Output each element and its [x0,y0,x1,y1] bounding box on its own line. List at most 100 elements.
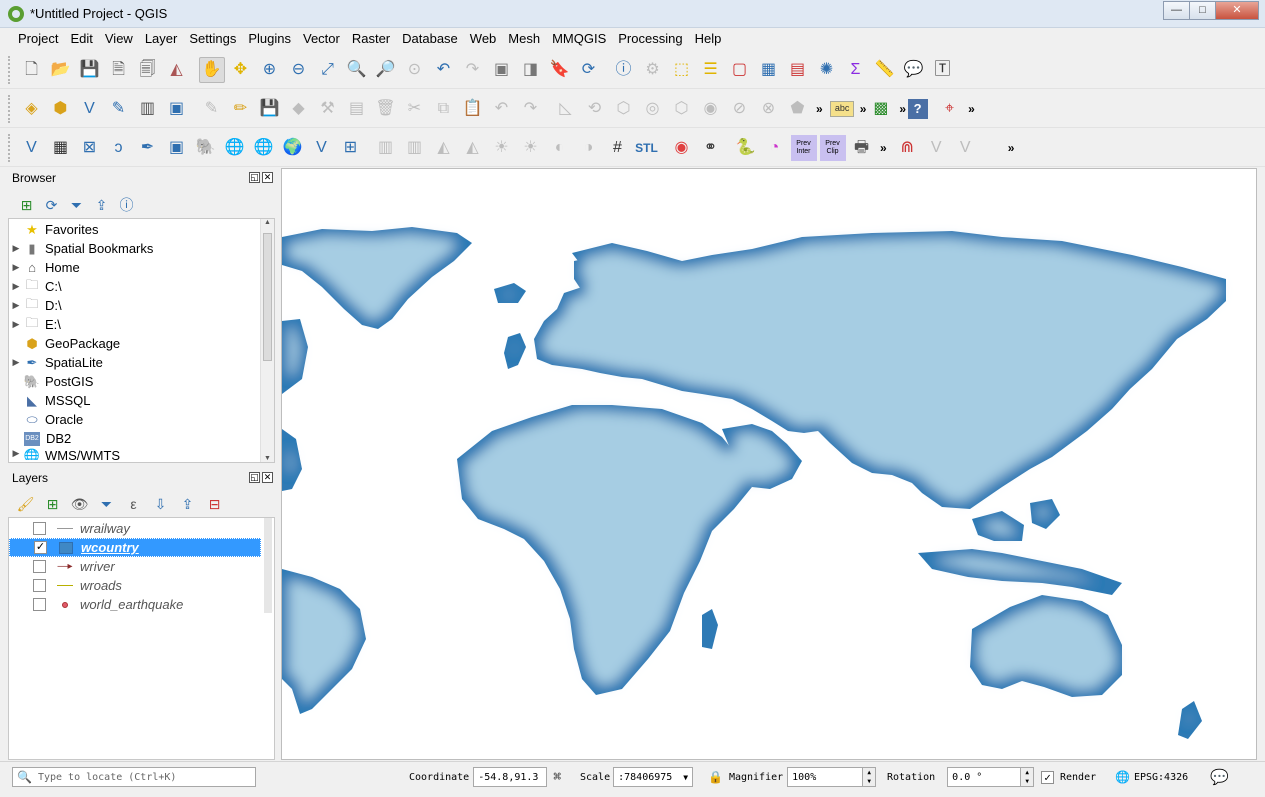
browser-item-wms[interactable]: ▶ 🌐 WMS/WMTS [9,448,274,460]
add-selected-layers-icon[interactable]: ⊞ [16,192,38,218]
dem-icon[interactable]: ◭ [431,135,457,161]
record-icon[interactable]: ◉ [669,135,695,161]
attribute-table-icon[interactable]: ▦ [756,57,782,83]
shade-icon[interactable]: ☀ [489,135,515,161]
add-virtual-icon[interactable]: ▣ [164,135,190,161]
layer-row[interactable]: world_earthquake [9,595,261,614]
statistics-icon[interactable]: Σ [843,57,869,83]
browser-item-spatial-bookmarks[interactable]: ▶ ▮ Spatial Bookmarks [9,239,274,258]
field-calculator-icon[interactable]: ▤ [785,57,811,83]
style-manager-icon[interactable]: ◭ [164,57,190,83]
toolbar-overflow-button[interactable]: » [860,102,867,116]
toggle-edit-icon[interactable]: ✎ [199,96,225,122]
rotation-field[interactable]: 0.0 ° [947,767,1022,787]
maximize-button[interactable]: □ [1189,1,1216,20]
browser-item-e-drive[interactable]: ▶ 🗀 E:\ [9,315,274,334]
prev-clip-icon[interactable]: Prev Clip [819,134,846,161]
expand-arrow-icon[interactable]: ▶ [9,357,23,368]
browser-item-oracle[interactable]: ⬭ Oracle [9,410,274,429]
new-virtual-layer-icon[interactable]: ▥ [135,96,161,122]
help-icon[interactable]: ? [907,98,928,119]
expand-arrow-icon[interactable]: ▶ [9,448,23,459]
world-map[interactable] [282,169,1257,760]
identify-icon[interactable]: ⓘ [611,57,637,83]
text-annotation-icon[interactable]: 🅃 [930,57,956,83]
expand-arrow-icon[interactable]: ▶ [9,300,23,311]
toolbar-overflow-button[interactable]: » [1008,141,1015,155]
add-vector-tile-icon[interactable]: V [309,135,335,161]
deselect-icon[interactable]: ▢ [727,57,753,83]
layer-row[interactable]: —▸ wriver [9,557,261,576]
add-wfs-icon[interactable]: 🌐 [251,135,277,161]
light-icon[interactable]: ◐ [547,135,573,161]
close-panel-button[interactable]: ✕ [262,472,273,483]
action-icon[interactable]: ⚙ [640,57,666,83]
add-group-icon[interactable]: ⊞ [41,491,65,517]
collapse-all-icon[interactable]: ⇪ [176,491,200,517]
new-map-view-icon[interactable]: ▣ [489,57,515,83]
refresh-icon[interactable]: ⟳ [41,192,63,218]
add-postgis-icon[interactable]: 🐘 [193,135,219,161]
add-ring-icon[interactable]: ◎ [640,96,666,122]
snap-icon[interactable]: V [952,135,978,161]
scroll-up-icon[interactable]: ▲ [261,219,274,226]
browser-scroll-thumb[interactable] [263,233,272,361]
fill-ring-icon[interactable]: ◉ [698,96,724,122]
layer-visibility-checkbox[interactable] [33,560,46,573]
add-part-icon[interactable]: ⬡ [669,96,695,122]
browser-item-spatialite[interactable]: ▶ ✒ SpatiaLite [9,353,274,372]
browser-item-mssql[interactable]: ◣ MSSQL [9,391,274,410]
toolbar-grip[interactable] [8,55,13,84]
layer-row[interactable]: wrailway [9,519,261,538]
expand-arrow-icon[interactable]: ▶ [9,243,23,254]
browser-item-d-drive[interactable]: ▶ 🗀 D:\ [9,296,274,315]
toolbar-grip[interactable] [8,94,13,123]
close-button[interactable]: ✕ [1215,1,1259,20]
select-features-icon[interactable]: ⬚ [669,57,695,83]
print-icon[interactable]: 🖶 [849,135,875,161]
crs-widget[interactable]: 🌐 EPSG:4326 [1115,767,1188,787]
prev-inter-icon[interactable]: Prev Inter [790,134,817,161]
close-panel-button[interactable]: ✕ [262,172,273,183]
clip-icon[interactable]: ◔ [762,135,788,161]
coordinate-field[interactable]: -54.8,91.3 [473,767,548,787]
locator-input[interactable]: 🔍 Type to locate (Ctrl+K) [12,767,256,787]
refresh-icon[interactable]: ⟳ [576,57,602,83]
pan-to-selection-icon[interactable]: ✥ [228,57,254,83]
cut-icon[interactable]: ✂ [402,96,428,122]
minimize-button[interactable]: — [1163,1,1190,20]
new-geopackage-icon[interactable]: ⬢ [48,96,74,122]
georef-icon[interactable]: ▥ [402,135,428,161]
filter-legend-icon[interactable]: ⏷ [95,491,119,517]
menu-edit[interactable]: Edit [64,28,98,50]
menu-vector[interactable]: Vector [297,28,346,50]
layer-row[interactable]: wroads [9,576,261,595]
menu-database[interactable]: Database [396,28,464,50]
menu-view[interactable]: View [99,28,139,50]
float-panel-button[interactable]: ◱ [249,472,260,483]
new-shapefile-icon[interactable]: V [77,96,103,122]
expand-arrow-icon[interactable]: ▶ [9,319,23,330]
data-source-manager-icon[interactable]: ◈ [19,96,45,122]
expand-all-icon[interactable]: ⇩ [149,491,173,517]
delete-selected-icon[interactable]: 🗑 [373,96,399,122]
zoom-full-icon[interactable]: ⤢ [315,57,341,83]
properties-icon[interactable]: ⓘ [116,192,138,218]
save-edits-icon[interactable]: 💾 [257,96,283,122]
snap-icon[interactable]: V [923,135,949,161]
menu-mmqgis[interactable]: MMQGIS [546,28,612,50]
rotation-spinner[interactable]: ▲ ▼ [1021,767,1035,787]
browser-item-favorites[interactable]: ★ Favorites [9,220,274,239]
add-wms-icon[interactable]: 🌐 [222,135,248,161]
scroll-down-icon[interactable]: ▼ [261,455,274,462]
map-canvas[interactable] [281,168,1257,760]
binoculars-icon[interactable]: ⚭ [698,135,724,161]
python-icon[interactable]: 🐍 [733,135,759,161]
label-icon[interactable]: abc [830,100,855,117]
scale-combobox[interactable]: :78406975 ▼ [613,767,694,787]
layer-visibility-checkbox[interactable]: ✓ [34,541,47,554]
crosshair-icon[interactable]: ⌖ [937,96,963,122]
style-layer-icon[interactable]: 🖌 [14,491,38,517]
collapse-all-icon[interactable]: ⇪ [91,192,113,218]
plugin-icon[interactable]: ▩ [868,96,894,122]
